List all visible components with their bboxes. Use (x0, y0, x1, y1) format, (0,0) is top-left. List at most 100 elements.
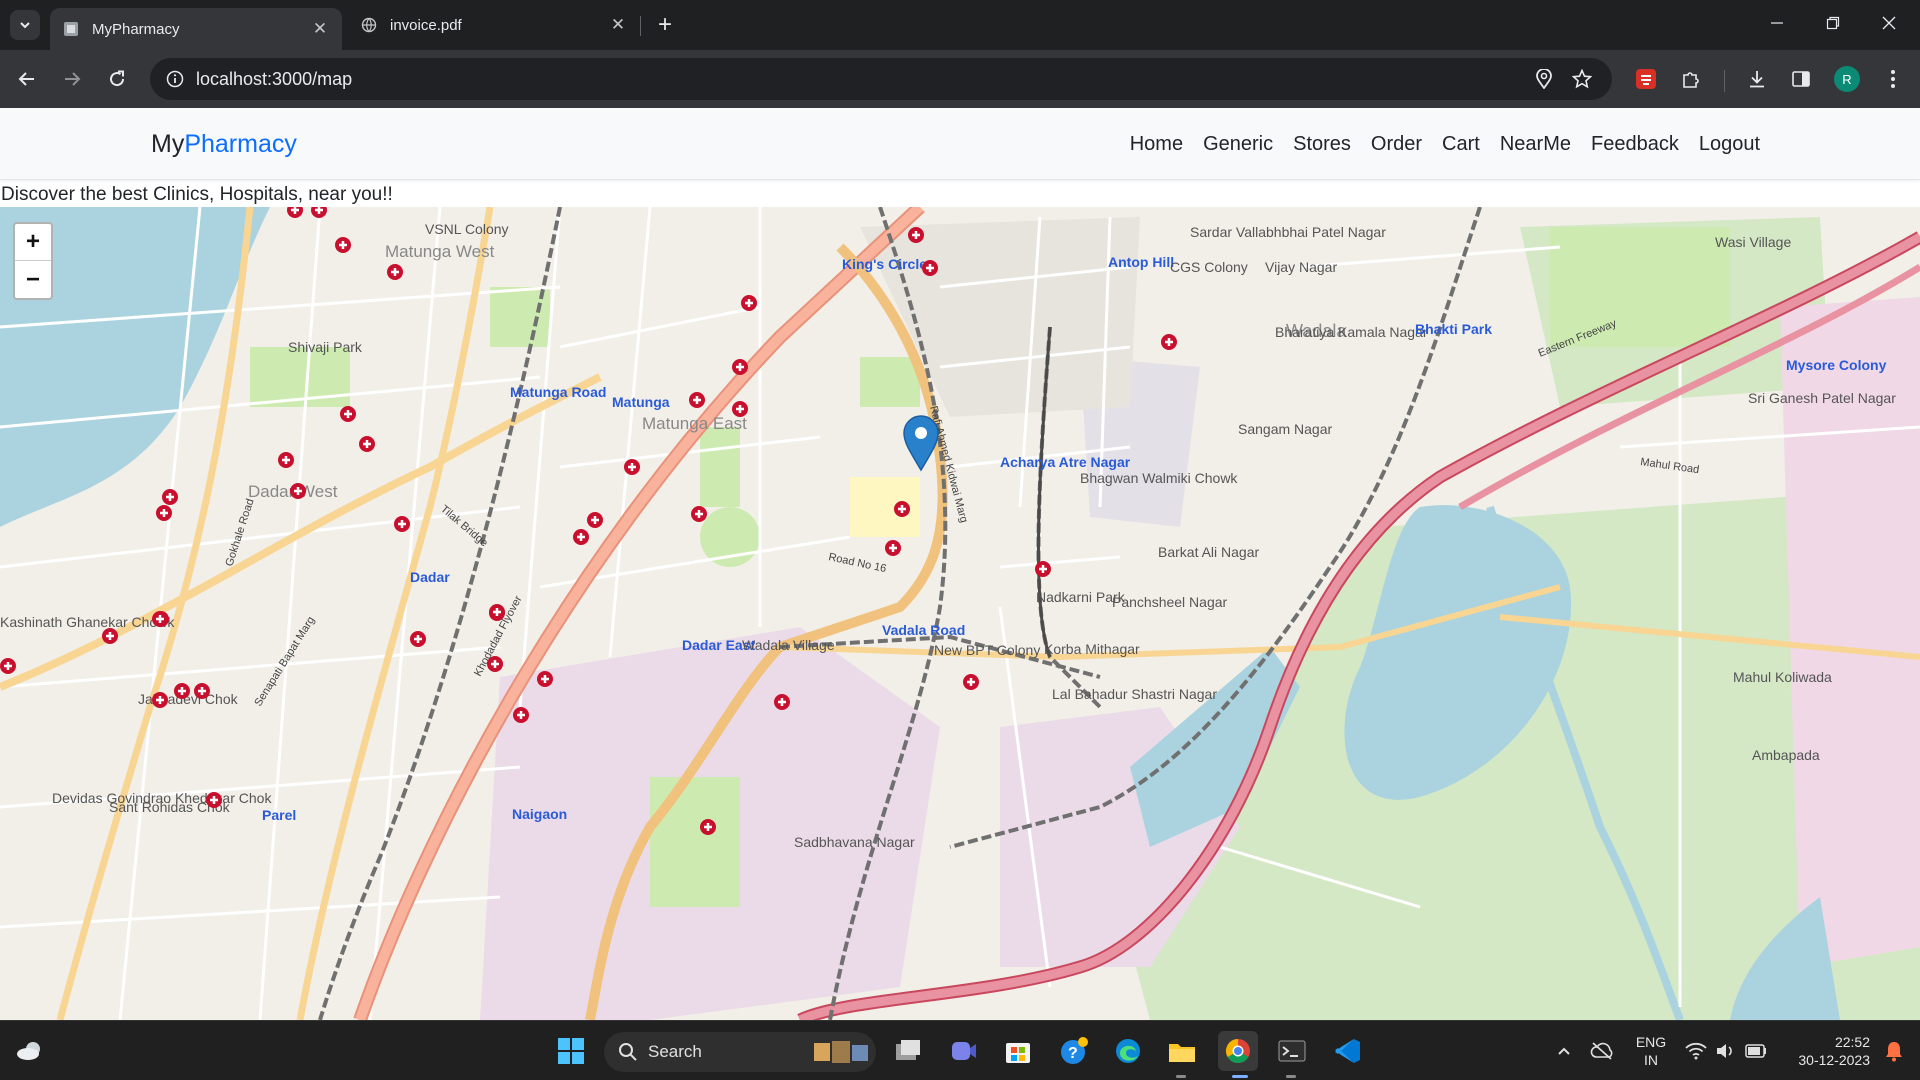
hospital-marker[interactable] (624, 459, 640, 475)
side-panel-icon[interactable] (1784, 62, 1818, 96)
hospital-marker[interactable] (774, 694, 790, 710)
hospital-marker[interactable] (732, 401, 748, 417)
map-view[interactable]: VSNL Colony Matunga West Shivaji Park Da… (0, 207, 1920, 1020)
hospital-marker[interactable] (340, 406, 356, 422)
new-tab-button[interactable]: + (650, 10, 680, 40)
terminal-icon[interactable] (1272, 1031, 1312, 1071)
tab-mypharmacy[interactable]: MyPharmacy ✕ (50, 8, 342, 50)
region-code: IN (1644, 1052, 1658, 1068)
hospital-marker[interactable] (162, 489, 178, 505)
menu-kebab-icon[interactable] (1876, 62, 1910, 96)
hospital-marker[interactable] (387, 264, 403, 280)
notification-bell-icon[interactable] (1874, 1031, 1914, 1071)
hospital-marker[interactable] (194, 683, 210, 699)
site-info-icon[interactable] (162, 66, 188, 92)
back-arrow-icon[interactable] (10, 62, 44, 96)
location-icon[interactable] (1532, 67, 1556, 91)
address-bar[interactable]: localhost:3000/map (150, 58, 1612, 100)
edge-browser-icon[interactable] (1108, 1031, 1148, 1071)
hospital-marker[interactable] (152, 611, 168, 627)
taskbar-search-box[interactable]: Search (604, 1032, 876, 1072)
hospital-marker[interactable] (102, 628, 118, 644)
extension-red-icon[interactable] (1629, 62, 1663, 96)
hospital-marker[interactable] (732, 359, 748, 375)
map-label: Panchsheel Nagar (1112, 594, 1228, 610)
hospital-marker[interactable] (410, 631, 426, 647)
map-label: Naigaon (512, 806, 567, 822)
hospital-marker[interactable] (152, 692, 168, 708)
teams-meet-icon[interactable] (944, 1031, 984, 1071)
task-view-icon[interactable] (888, 1031, 928, 1071)
hospital-marker[interactable] (489, 604, 505, 620)
hospital-marker[interactable] (885, 540, 901, 556)
hospital-marker[interactable] (1035, 561, 1051, 577)
hospital-marker[interactable] (290, 483, 306, 499)
hospital-marker[interactable] (587, 512, 603, 528)
nav-home[interactable]: Home (1130, 133, 1183, 156)
hospital-marker[interactable] (335, 237, 351, 253)
forward-arrow-icon[interactable] (55, 62, 89, 96)
nav-order[interactable]: Order (1371, 133, 1422, 156)
tab-invoice[interactable]: invoice.pdf ✕ (348, 6, 640, 44)
vscode-icon[interactable] (1328, 1031, 1368, 1071)
bookmark-star-icon[interactable] (1570, 67, 1594, 91)
nav-generic[interactable]: Generic (1203, 133, 1273, 156)
brand-accent: Pharmacy (184, 130, 297, 158)
help-icon[interactable]: ? (1054, 1031, 1094, 1071)
map-label: Acharya Atre Nagar (1000, 454, 1131, 470)
nav-logout[interactable]: Logout (1699, 133, 1760, 156)
battery-icon[interactable] (1736, 1031, 1776, 1071)
hospital-marker[interactable] (908, 227, 924, 243)
hospital-marker[interactable] (963, 674, 979, 690)
chevron-up-icon[interactable] (1544, 1031, 1584, 1071)
hospital-marker[interactable] (487, 656, 503, 672)
minimize-icon[interactable] (1754, 6, 1800, 40)
brand-logo[interactable]: MyPharmacy (151, 130, 297, 159)
hospital-marker[interactable] (1161, 334, 1177, 350)
reload-icon[interactable] (100, 62, 134, 96)
zoom-in-button[interactable]: + (15, 224, 51, 261)
hospital-marker[interactable] (206, 792, 222, 808)
hospital-marker[interactable] (174, 683, 190, 699)
profile-avatar[interactable]: R (1834, 66, 1860, 92)
nav-stores[interactable]: Stores (1293, 133, 1351, 156)
extensions-puzzle-icon[interactable] (1674, 62, 1708, 96)
restore-icon[interactable] (1810, 6, 1856, 40)
hospital-marker[interactable] (894, 501, 910, 517)
hospital-marker[interactable] (922, 260, 938, 276)
close-tab-icon[interactable]: ✕ (310, 19, 330, 39)
zoom-control: + − (13, 222, 53, 300)
hospital-marker[interactable] (394, 516, 410, 532)
hospital-marker[interactable] (278, 452, 294, 468)
tab-search-button[interactable] (10, 10, 40, 40)
close-tab-icon[interactable]: ✕ (608, 15, 628, 35)
clock[interactable]: 22:52 30-12-2023 (1784, 1033, 1870, 1069)
close-window-icon[interactable] (1866, 6, 1912, 40)
park-area (1550, 227, 1730, 347)
file-explorer-icon[interactable] (1162, 1031, 1202, 1071)
nav-feedback[interactable]: Feedback (1591, 133, 1679, 156)
hospital-marker[interactable] (573, 529, 589, 545)
download-icon[interactable] (1740, 62, 1774, 96)
chrome-browser-icon[interactable] (1218, 1031, 1258, 1071)
hospital-marker[interactable] (513, 707, 529, 723)
hospital-marker[interactable] (0, 658, 16, 674)
hospital-marker[interactable] (359, 436, 375, 452)
hospital-marker[interactable] (156, 505, 172, 521)
language-indicator[interactable]: ENG IN (1628, 1033, 1674, 1069)
nav-cart[interactable]: Cart (1442, 133, 1480, 156)
cloud-offline-icon[interactable] (1582, 1031, 1622, 1071)
running-indicator (1286, 1075, 1296, 1078)
hospital-marker[interactable] (689, 392, 705, 408)
hospital-marker[interactable] (741, 295, 757, 311)
start-windows-icon[interactable] (551, 1031, 591, 1071)
nav-nearme[interactable]: NearMe (1500, 133, 1571, 156)
microsoft-store-icon[interactable] (998, 1031, 1038, 1071)
hospital-marker[interactable] (537, 671, 553, 687)
weather-icon[interactable] (10, 1031, 50, 1071)
map-canvas[interactable]: VSNL Colony Matunga West Shivaji Park Da… (0, 207, 1920, 1020)
zoom-out-button[interactable]: − (15, 261, 51, 298)
map-label: Kashinath Ghanekar Chowk (0, 614, 175, 630)
hospital-marker[interactable] (700, 819, 716, 835)
hospital-marker[interactable] (691, 506, 707, 522)
